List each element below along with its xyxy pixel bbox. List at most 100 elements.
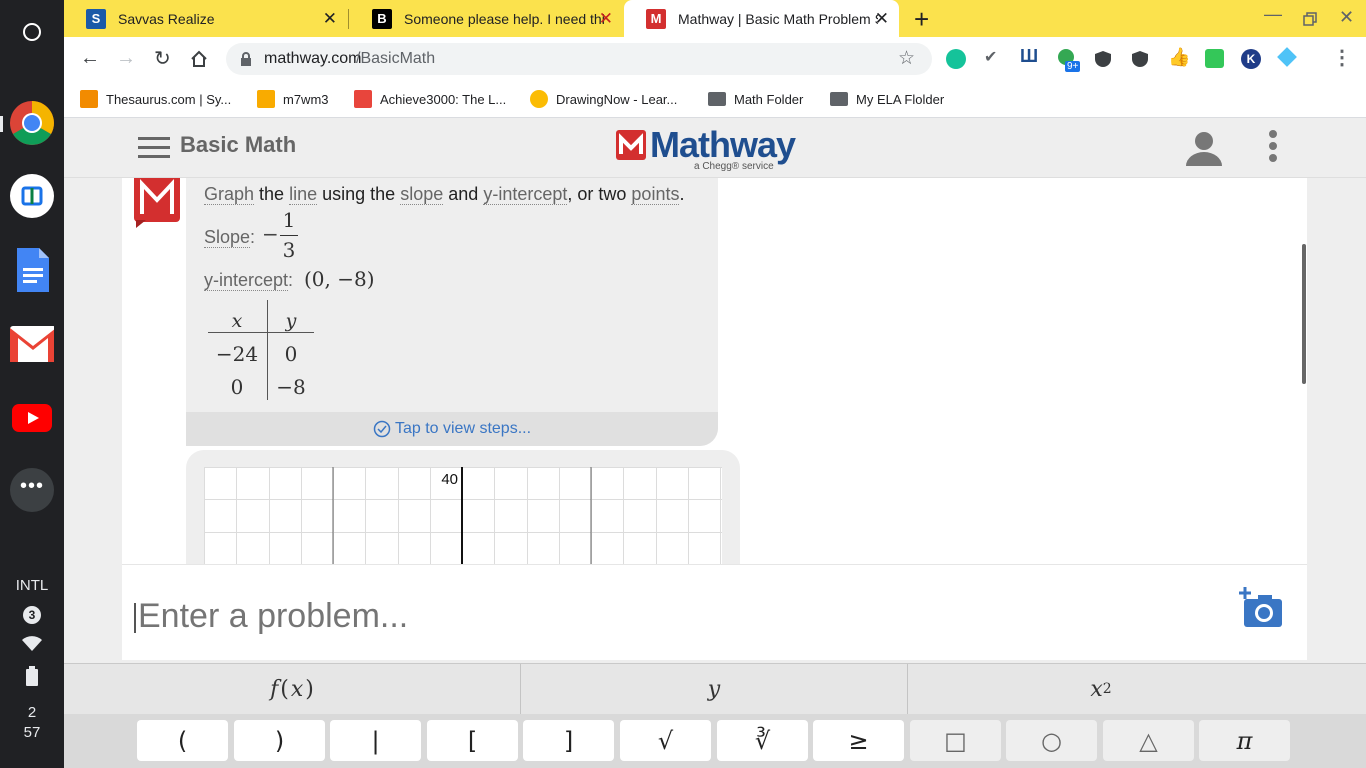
tab-mathway[interactable]: M Mathway | Basic Math Problem Solver ✕ <box>624 0 899 37</box>
browser-tab-strip: S Savvas Realize ✕ B Someone please help… <box>64 0 1366 37</box>
term-slope[interactable]: slope <box>400 184 444 205</box>
chrome-menu-icon[interactable]: ⋮ <box>1332 45 1352 70</box>
gmail-app-icon[interactable] <box>10 322 54 366</box>
address-bar[interactable]: mathway.com /BasicMath ☆ <box>226 43 932 75</box>
input-method-label[interactable]: INTL <box>0 577 64 594</box>
slope-numerator: 1 <box>282 208 296 232</box>
math-keypad: f(x) y x2 ( ) | [ ] √ ∛ ≥ □ ○ △ π <box>64 663 1366 768</box>
mathway-content: Graph the line using the slope and y-int… <box>64 178 1366 663</box>
key-pi[interactable]: π <box>1199 720 1290 761</box>
tab-savvas[interactable]: S Savvas Realize ✕ <box>64 0 347 37</box>
extension-badge: 9+ <box>1065 61 1081 72</box>
key-absolute-value[interactable]: | <box>330 720 421 761</box>
k-extension-icon[interactable]: K <box>1241 49 1261 69</box>
bookmark-folder-ela[interactable]: My ELA Flolder <box>830 89 944 109</box>
checkmark-extension-icon[interactable]: ✔ <box>984 47 997 67</box>
tab-title: Mathway | Basic Math Problem Solver <box>678 10 878 27</box>
bookmark-achieve3000[interactable]: Achieve3000: The L... <box>354 89 506 109</box>
reload-icon[interactable]: ↻ <box>154 46 171 71</box>
key-open-bracket[interactable]: [ <box>427 720 518 761</box>
user-account-icon[interactable] <box>1186 130 1222 166</box>
more-apps-button[interactable]: ••• <box>10 468 54 512</box>
text: , or two <box>567 184 627 204</box>
key-square-shape[interactable]: □ <box>910 720 1001 761</box>
tab-brainly[interactable]: B Someone please help. I need this ✕ <box>350 0 623 37</box>
bookmark-label: Math Folder <box>734 91 804 107</box>
folder-icon <box>708 92 726 106</box>
key-open-paren[interactable]: ( <box>137 720 228 761</box>
yint-label[interactable]: y-intercept <box>204 270 289 291</box>
term-points[interactable]: points <box>631 184 680 205</box>
diamond-extension-icon[interactable] <box>1277 47 1297 67</box>
view-steps-button[interactable]: Tap to view steps... <box>186 412 718 446</box>
back-arrow-icon[interactable]: ← <box>80 47 100 70</box>
hamburger-menu-icon[interactable] <box>138 134 170 160</box>
text: the <box>259 184 285 204</box>
graph-plot[interactable]: 40 <box>204 467 722 564</box>
power-base: x <box>1090 676 1103 702</box>
power-exp: 2 <box>1102 681 1112 697</box>
key-greater-equal[interactable]: ≥ <box>813 720 904 761</box>
launcher-button[interactable] <box>10 10 54 54</box>
close-window-icon[interactable]: ✕ <box>1339 7 1354 28</box>
restore-window-icon[interactable] <box>1303 12 1317 26</box>
problem-input[interactable] <box>136 591 1136 641</box>
bookmark-thesaurus[interactable]: Thesaurus.com | Sy... <box>80 89 231 109</box>
text: : <box>250 227 256 247</box>
chrome-app-icon[interactable] <box>10 101 54 145</box>
shield-extension-icon[interactable] <box>1094 50 1112 68</box>
slope-label[interactable]: Slope <box>204 227 251 248</box>
keypad-tab-function[interactable]: f(x) <box>64 664 520 714</box>
docs-app-icon[interactable] <box>10 248 54 292</box>
key-close-paren[interactable]: ) <box>234 720 325 761</box>
key-square-root[interactable]: √ <box>620 720 711 761</box>
home-icon[interactable] <box>190 50 208 68</box>
bookmark-drawingnow[interactable]: DrawingNow - Lear... <box>530 89 677 109</box>
key-close-bracket[interactable]: ] <box>523 720 614 761</box>
classroom-app-icon[interactable] <box>10 174 54 218</box>
key-nth-root[interactable]: ∛ <box>717 720 808 761</box>
bookmarks-bar: Thesaurus.com | Sy... m7wm3 Achieve3000:… <box>64 81 1366 118</box>
yint-line: y-intercept: <box>204 270 293 291</box>
new-tab-plus-icon[interactable]: + <box>914 4 929 35</box>
thesaurus-favicon-icon <box>80 90 98 108</box>
slope-sign: − <box>262 222 279 246</box>
graph-bubble: 40 <box>186 450 740 564</box>
table-cell: 0 <box>284 342 298 366</box>
bookmark-m7wm3[interactable]: m7wm3 <box>257 89 329 109</box>
chat-scrollbar[interactable] <box>1302 244 1306 384</box>
achieve3000-favicon-icon <box>354 90 372 108</box>
shield-extension-icon[interactable] <box>1131 50 1149 68</box>
camera-plus-icon[interactable] <box>1238 587 1284 629</box>
battery-icon <box>26 666 38 686</box>
term-graph[interactable]: Graph <box>204 184 255 205</box>
bookmark-label: Achieve3000: The L... <box>380 91 507 107</box>
more-options-icon[interactable] <box>1265 128 1281 168</box>
key-triangle-shape[interactable]: △ <box>1103 720 1194 761</box>
youtube-app-icon[interactable] <box>10 396 54 440</box>
bookmark-star-icon[interactable]: ☆ <box>898 47 915 70</box>
close-tab-icon[interactable]: ✕ <box>599 9 613 29</box>
keypad-tab-y[interactable]: y <box>521 664 907 714</box>
term-y-intercept[interactable]: y-intercept <box>483 184 568 205</box>
answer-bubble: Graph the line using the slope and y-int… <box>186 178 718 446</box>
book-extension-icon[interactable]: Ш <box>1020 46 1038 67</box>
clock-hour[interactable]: 2 <box>0 704 64 721</box>
minimize-icon[interactable]: — <box>1264 4 1282 25</box>
drawingnow-favicon-icon <box>530 90 548 108</box>
forward-arrow-icon[interactable]: → <box>116 47 136 70</box>
term-line[interactable]: line <box>289 184 318 205</box>
text: . <box>679 184 685 204</box>
function-f: f <box>270 676 279 702</box>
grammarly-extension-icon[interactable] <box>946 49 966 69</box>
close-tab-icon[interactable]: ✕ <box>323 9 337 29</box>
close-tab-icon[interactable]: ✕ <box>875 9 889 29</box>
keypad-tab-power[interactable]: x2 <box>908 664 1294 714</box>
key-circle-shape[interactable]: ○ <box>1006 720 1097 761</box>
thumbs-up-extension-icon[interactable]: 👍 <box>1168 47 1190 68</box>
table-cell: 0 <box>230 375 244 399</box>
green-square-extension-icon[interactable] <box>1205 49 1224 68</box>
clock-minute[interactable]: 57 <box>0 724 64 741</box>
bookmark-folder-math[interactable]: Math Folder <box>708 89 803 109</box>
notification-count-badge[interactable]: 3 <box>23 606 41 624</box>
